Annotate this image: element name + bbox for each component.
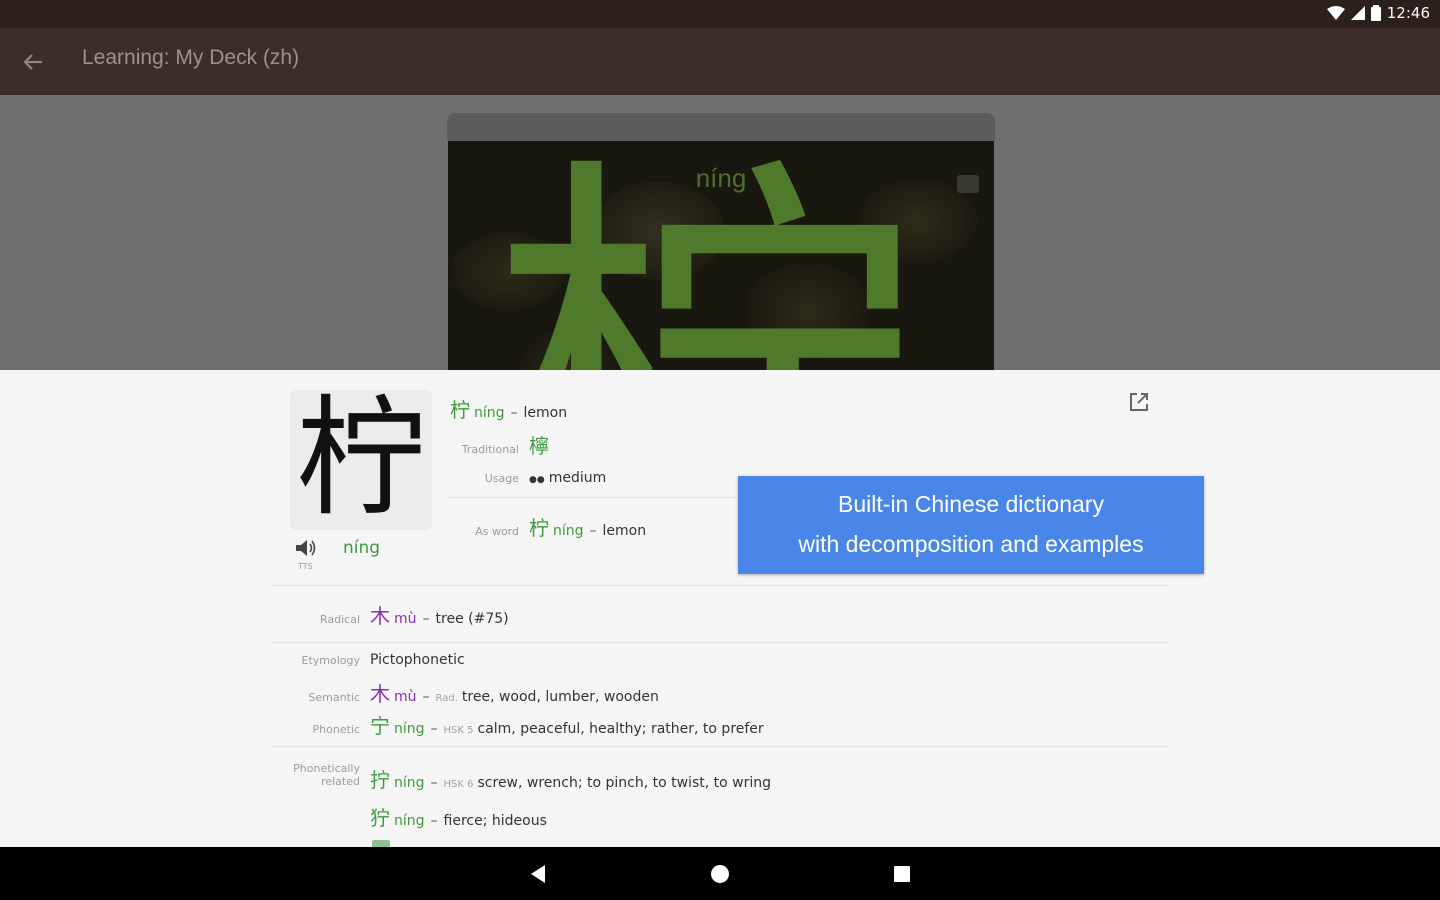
headword-meaning: lemon (523, 405, 568, 421)
page-title: Learning: My Deck (zh) (82, 46, 300, 69)
traditional-hanzi[interactable]: 檸 (529, 430, 549, 459)
as-word-meaning: lemon (602, 523, 647, 539)
etymology-label: Etymology (301, 654, 361, 667)
open-external-button[interactable] (1127, 390, 1151, 414)
headword-pinyin: níng (474, 405, 505, 421)
headword-hanzi: 柠 (450, 398, 470, 422)
promo-banner: Built-in Chinese dictionary with decompo… (738, 476, 1204, 574)
character-large: 柠 (295, 382, 426, 534)
semantic-meaning: tree, wood, lumber, wooden (461, 689, 659, 705)
as-word-row[interactable]: As word 柠 níng – lemon (455, 512, 646, 541)
semantic-row[interactable]: Semantic 木 mù – Rad. tree, wood, lumber,… (290, 678, 659, 707)
open-in-new-icon (1130, 393, 1148, 411)
dimmed-card-area: 柠 níng (0, 95, 1440, 370)
usage-row: Usage ●● medium (455, 470, 607, 486)
speaker-button[interactable] (294, 538, 318, 558)
wifi-icon (1326, 6, 1345, 20)
etymology-row: Etymology Pictophonetic (290, 652, 465, 668)
signal-icon (1350, 6, 1365, 20)
triangle-back-icon (531, 865, 545, 883)
radical-hanzi: 木 (370, 604, 390, 628)
phonetic-row[interactable]: Phonetic 宁 níng – HSK 5 calm, peaceful, … (290, 710, 764, 739)
tts-label: TTS (298, 562, 313, 571)
battery-icon (1370, 5, 1381, 21)
nav-recents-button[interactable] (889, 861, 915, 887)
arrow-back-icon (23, 54, 42, 70)
usage-label: Usage (484, 472, 519, 485)
usage-dots: ●● (529, 475, 545, 485)
comment-icon (957, 175, 979, 193)
character-box: 柠 (290, 390, 432, 530)
semantic-label: Semantic (308, 691, 360, 704)
banner-line-2: with decomposition and examples (798, 531, 1144, 557)
etymology-value: Pictophonetic (370, 652, 465, 668)
semantic-tag: Rad. (435, 693, 458, 704)
square-recents-icon (894, 866, 910, 882)
related-item-3-partial (372, 840, 390, 847)
related-hanzi: 狞 (370, 806, 390, 830)
nav-home-button[interactable] (707, 861, 733, 887)
radical-pinyin: mù (394, 611, 417, 627)
navigation-bar (0, 847, 1440, 900)
back-button[interactable] (18, 48, 48, 76)
radical-meaning: tree (#75) (435, 611, 509, 627)
phonetic-pinyin: níng (394, 721, 425, 737)
status-bar: 12:46 (0, 0, 1440, 28)
volume-icon (296, 540, 316, 556)
related-meaning: screw, wrench; to pinch, to twist, to wr… (477, 775, 772, 791)
radical-label: Radical (319, 613, 360, 626)
clock-text: 12:46 (1386, 4, 1430, 22)
banner-line-1: Built-in Chinese dictionary (838, 491, 1104, 517)
related-item-1[interactable]: 拧 níng – HSK 6 screw, wrench; to pinch, … (370, 764, 771, 793)
traditional-label: Traditional (461, 443, 519, 456)
card-header (447, 113, 995, 141)
traditional-row: Traditional 檸 (455, 430, 549, 459)
phonetic-label: Phonetic (312, 723, 361, 736)
semantic-hanzi: 木 (370, 682, 390, 706)
related-tag: HSK 6 (443, 779, 474, 790)
related-hanzi: 拧 (370, 768, 390, 792)
divider (446, 497, 736, 498)
related-pinyin: níng (394, 813, 425, 829)
related-item-2[interactable]: 狞 níng – fierce; hideous (370, 802, 547, 831)
radical-row[interactable]: Radical 木 mù – tree (#75) (290, 600, 509, 629)
related-meaning: fierce; hideous (443, 813, 547, 829)
nav-back-button[interactable] (525, 861, 551, 887)
phonetically-related-label: Phonetically related (293, 762, 360, 788)
semantic-pinyin: mù (394, 689, 417, 705)
card-pinyin: níng (695, 163, 747, 193)
headword-row[interactable]: 柠 níng – lemon (450, 394, 567, 423)
usage-value: medium (548, 470, 607, 486)
app-bar: Learning: My Deck (zh) (0, 28, 1440, 95)
circle-home-icon (711, 865, 729, 883)
as-word-pinyin: níng (553, 523, 584, 539)
flashcard-image: 柠 níng (448, 141, 994, 370)
divider (272, 746, 1170, 747)
status-icons: 12:46 (1326, 4, 1430, 22)
as-word-hanzi: 柠 (529, 516, 549, 540)
phonetic-tag: HSK 5 (443, 725, 474, 736)
related-pinyin: níng (394, 775, 425, 791)
phonetic-hanzi: 宁 (370, 714, 390, 738)
dictionary-sheet: 柠 TTS níng 柠 níng – lemon Traditional 檸 … (0, 370, 1440, 847)
character-pinyin: níng (343, 538, 381, 558)
divider (272, 585, 1170, 586)
phonetic-meaning: calm, peaceful, healthy; rather, to pref… (477, 721, 764, 737)
divider (272, 642, 1170, 643)
as-word-label: As word (475, 525, 519, 538)
